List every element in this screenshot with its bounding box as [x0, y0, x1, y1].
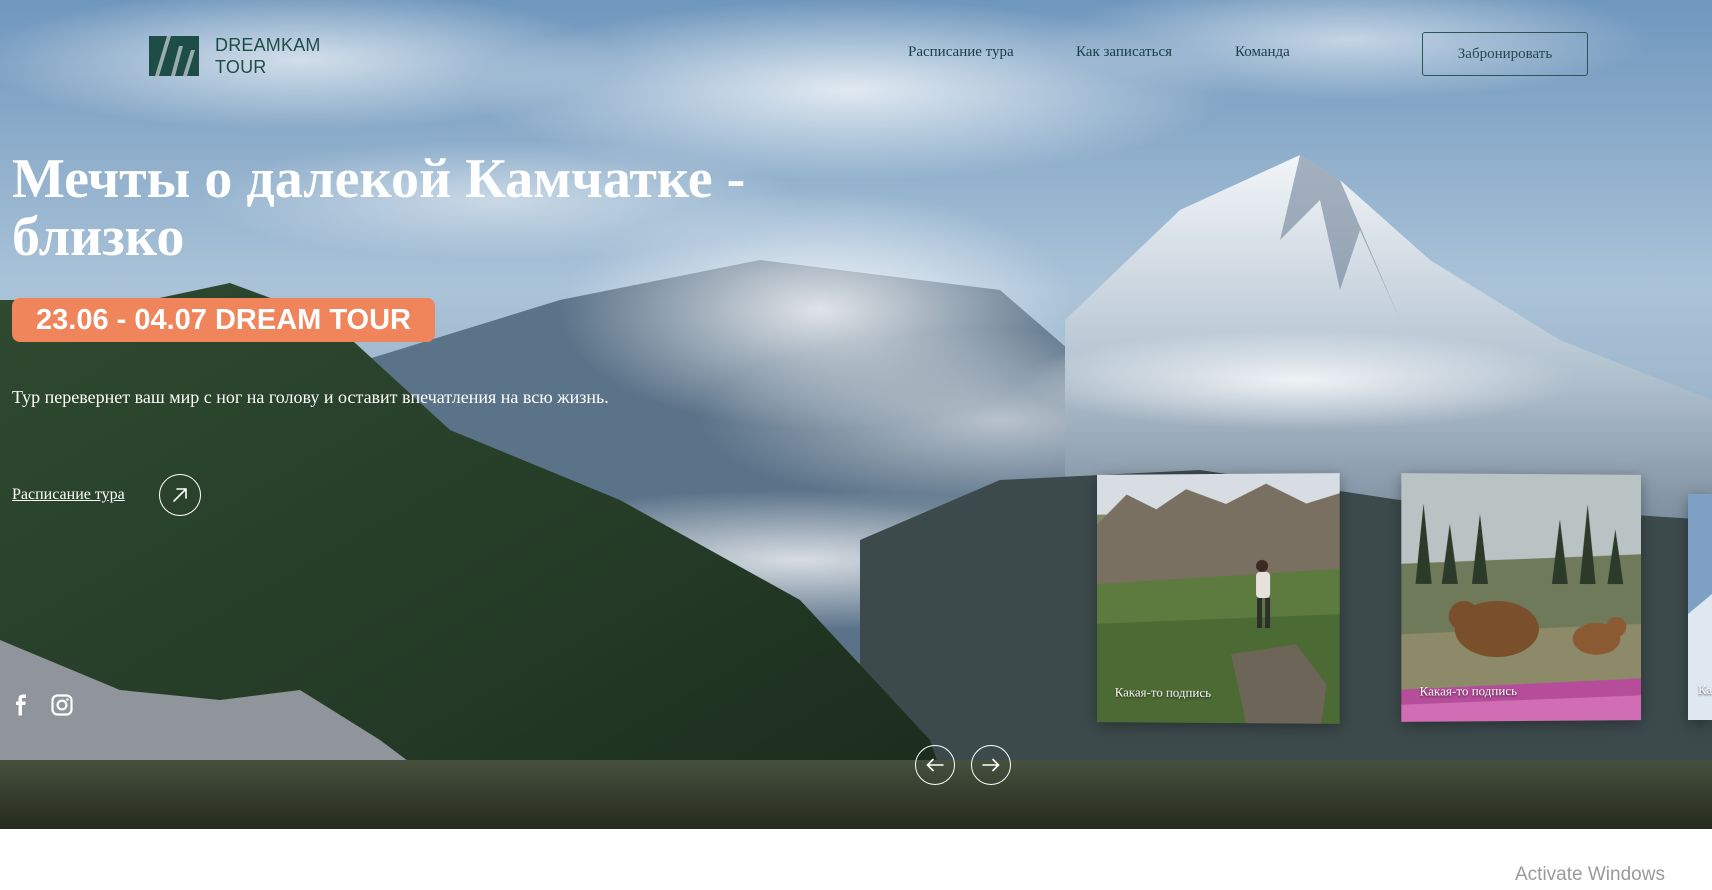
- brand-logo[interactable]: DREAMKAM TOUR: [149, 34, 321, 78]
- carousel-prev-button[interactable]: [915, 745, 955, 785]
- card-caption: Ка: [1698, 682, 1712, 697]
- carousel-card[interactable]: Какая-то подпись: [1097, 473, 1340, 724]
- hero-title: Мечты о далекой Камчатке - близко: [12, 148, 746, 268]
- arrow-right-icon: [982, 758, 1000, 772]
- carousel-card[interactable]: Какая-то подпись: [1401, 473, 1642, 722]
- book-button[interactable]: Забронировать: [1422, 32, 1588, 76]
- schedule-link[interactable]: Расписание тура: [12, 486, 125, 504]
- arrow-up-right-icon: [173, 488, 187, 502]
- schedule-arrow-button[interactable]: [159, 474, 201, 516]
- nav-item-team[interactable]: Команда: [1235, 44, 1290, 61]
- logo-mark-icon: [149, 36, 199, 76]
- carousel-next-button[interactable]: [971, 745, 1011, 785]
- windows-activation-watermark: Activate Windows: [1515, 864, 1665, 885]
- nav-item-schedule[interactable]: Расписание тура: [908, 44, 1014, 61]
- hero-subtitle: Тур перевернет ваш мир с ног на голову и…: [12, 387, 609, 407]
- instagram-icon[interactable]: [51, 694, 73, 716]
- brand-name: DREAMKAM TOUR: [215, 34, 321, 78]
- brand-name-line1: DREAMKAM: [215, 35, 321, 55]
- card-caption: Какая-то подпись: [1419, 683, 1518, 699]
- carousel-card[interactable]: Ка: [1688, 494, 1712, 720]
- facebook-icon[interactable]: [10, 694, 32, 716]
- nav-item-how-to-join[interactable]: Как записаться: [1076, 44, 1172, 61]
- arrow-left-icon: [926, 758, 944, 772]
- card-caption: Какая-то подпись: [1114, 684, 1212, 700]
- brand-name-line2: TOUR: [215, 57, 267, 77]
- tour-dates-badge: 23.06 - 04.07 DREAM TOUR: [12, 298, 435, 342]
